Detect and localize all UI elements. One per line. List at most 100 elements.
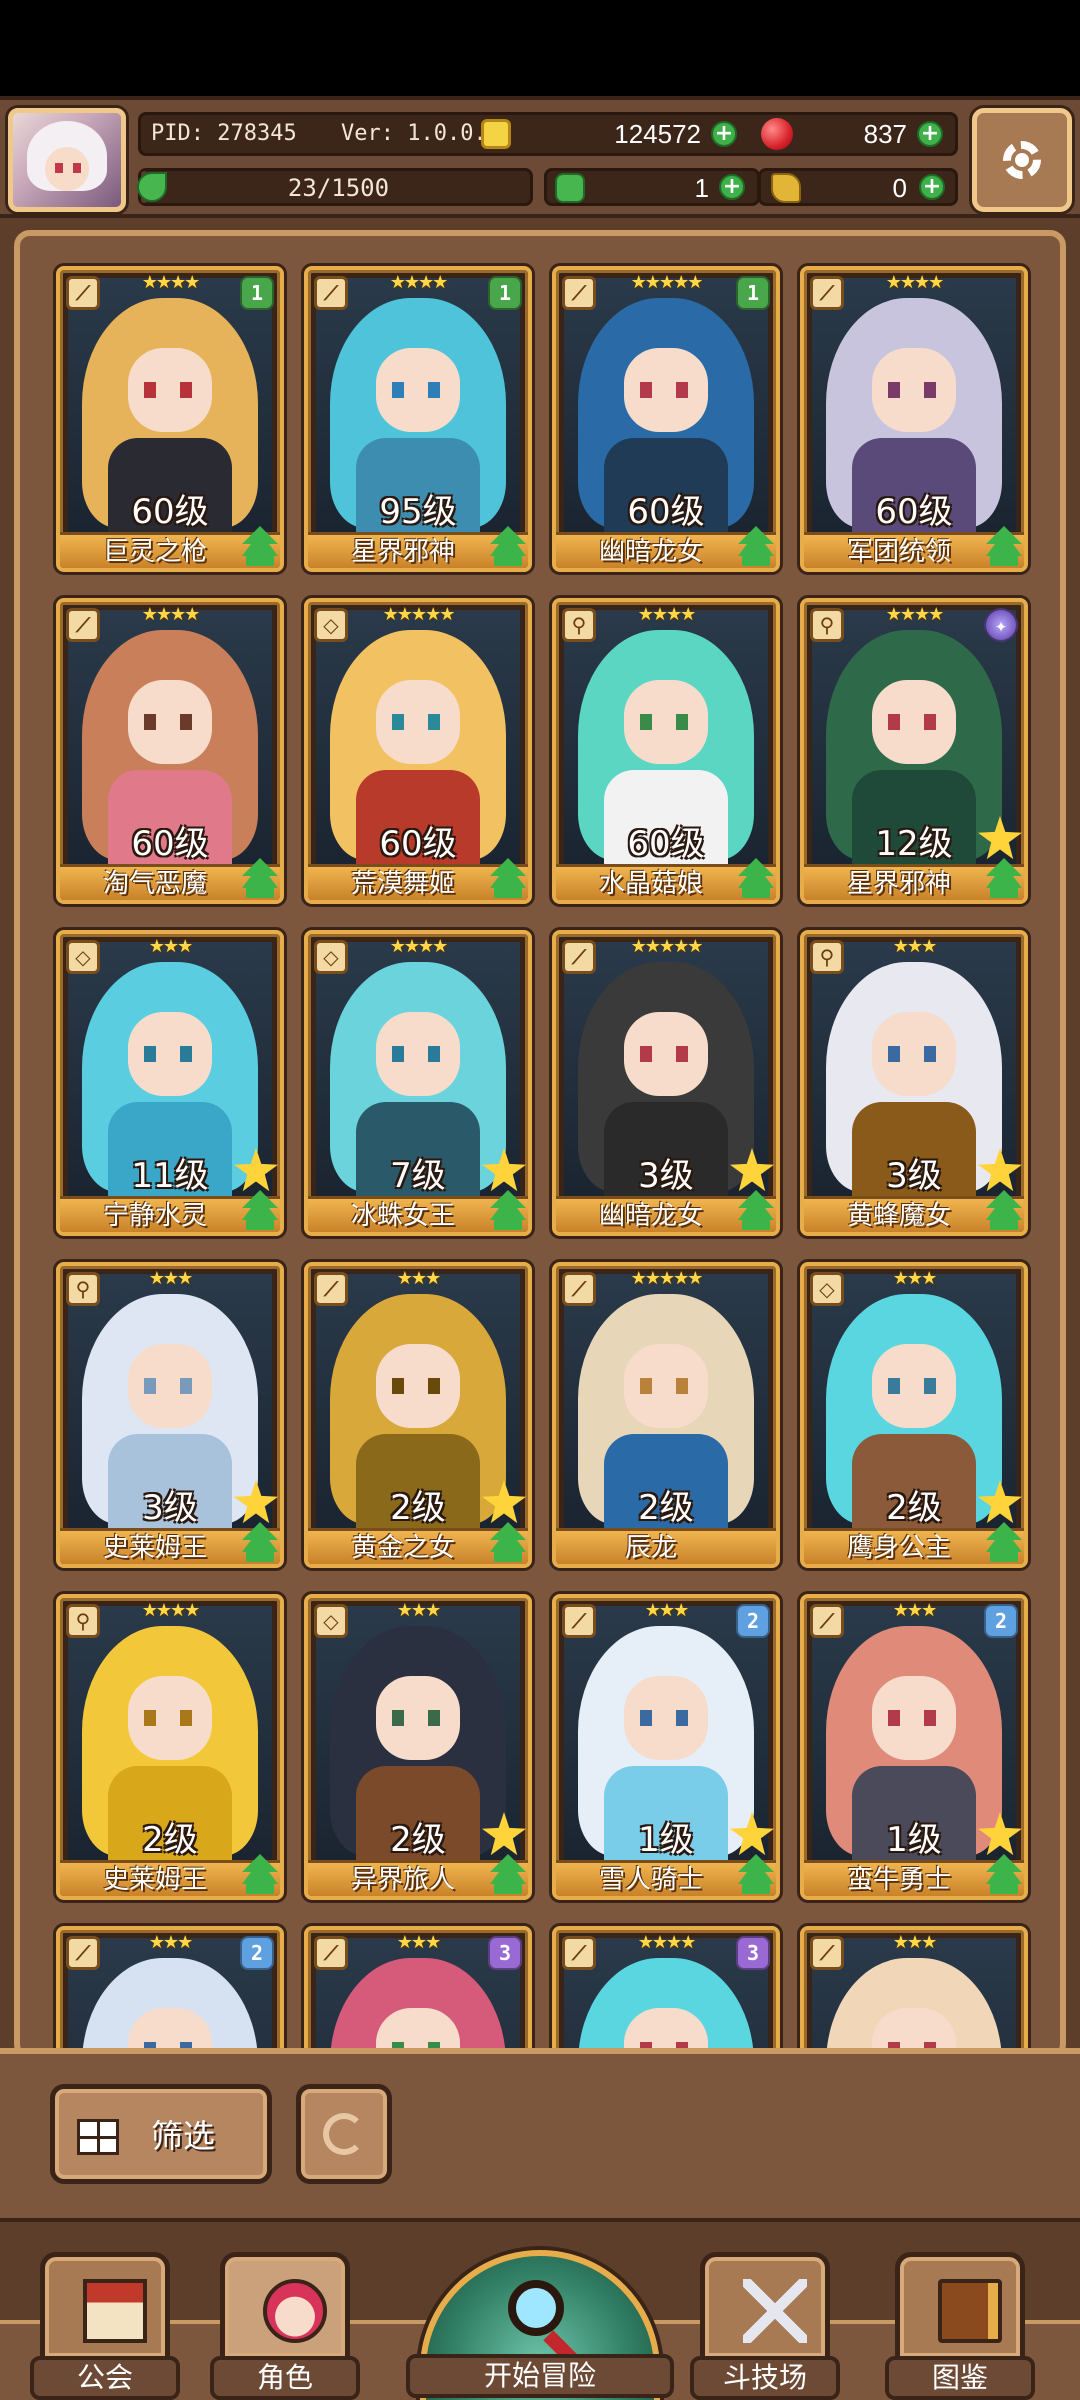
player-id: PID: 278345 (151, 121, 297, 146)
portrait-eye-left (144, 714, 156, 730)
rank-badge-icon: 1 (488, 276, 522, 310)
character-card[interactable]: ⟋ ★★★★ 3 (552, 1926, 780, 2054)
star-rating: ★★★ (892, 1600, 937, 1621)
player-avatar[interactable] (8, 108, 126, 212)
clover-icon (555, 173, 585, 203)
star-rating: ★★★★ (141, 1600, 201, 1621)
character-card[interactable]: ⟋ ★★★ 3 (304, 1926, 532, 2054)
star-rating: ★★★ (396, 1932, 441, 1953)
character-card[interactable]: ⚲ ★★★ 3级 黄蜂魔女 (800, 930, 1028, 1236)
character-name: 雪人骑士 (598, 1865, 703, 1895)
star-rating: ★★★★ (637, 604, 697, 625)
portrait-face (624, 348, 708, 432)
nav-character[interactable]: 角色 (210, 2252, 360, 2400)
nav-adventure[interactable]: 开始冒险 (406, 2250, 674, 2400)
weapon-type-icon: ⚲ (66, 1604, 100, 1638)
character-name: 黄蜂魔女 (846, 1201, 951, 1231)
nav-codex-box (895, 2252, 1025, 2362)
upgrade-arrow-base (742, 556, 770, 566)
character-card[interactable]: ⟋ ★★★ 2级 黄金之女 (304, 1262, 532, 1568)
name-bar: 辰龙 (556, 1528, 776, 1564)
upgrade-arrow-base (742, 1884, 770, 1894)
character-card[interactable]: ⟋ ★★★★ 60级 军团统领 (800, 266, 1028, 572)
version-label: Ver: 1.0.0.9 (341, 121, 500, 146)
upgrade-arrow-base (990, 1220, 1018, 1230)
nav-character-box (220, 2252, 350, 2362)
nav-adventure-label: 开始冒险 (406, 2354, 674, 2398)
character-card[interactable]: ⟋ ★★★★ 1 60级 巨灵之枪 (56, 266, 284, 572)
portrait-face (872, 1676, 956, 1760)
portrait-eye-left (392, 382, 404, 398)
portrait-eye-right (180, 1046, 192, 1062)
add-clover-plus-icon[interactable]: + (719, 174, 745, 200)
add-scroll-plus-icon[interactable]: + (919, 174, 945, 200)
grid-filter-icon (77, 2119, 119, 2155)
nav-character-label: 角色 (210, 2356, 360, 2400)
upgrade-arrow-base (990, 1884, 1018, 1894)
upgrade-arrow-base (246, 1552, 274, 1562)
guild-building-icon (83, 2279, 147, 2343)
character-card[interactable]: ◇ ★★★★ 7级 冰蛛女王 (304, 930, 532, 1236)
nav-arena[interactable]: 斗技场 (690, 2252, 840, 2400)
character-card[interactable]: ⟋ ★★★★★ 2级 辰龙 (552, 1262, 780, 1568)
upgrade-arrow-base (494, 1884, 522, 1894)
character-card[interactable]: ⟋ ★★★★ 1 95级 星界邪神 (304, 266, 532, 572)
character-card[interactable]: ◇ ★★★ 2级 鹰身公主 (800, 1262, 1028, 1568)
character-card[interactable]: ◇ ★★★ 2级 异界旅人 (304, 1594, 532, 1900)
weapon-type-icon: ⟋ (314, 1272, 348, 1306)
nav-guild[interactable]: 公会 (30, 2252, 180, 2400)
star-rating: ★★★★★ (630, 936, 704, 957)
upgrade-arrow-base (246, 888, 274, 898)
upgrade-arrow-base (246, 556, 274, 566)
star-rating: ★★★★ (885, 604, 945, 625)
portrait-eye-right (180, 382, 192, 398)
star-rating: ★★★ (892, 1932, 937, 1953)
character-level: 2级 (638, 1488, 694, 1528)
character-card[interactable]: ◇ ★★★★★ 60级 荒漠舞姬 (304, 598, 532, 904)
settings-button[interactable] (972, 108, 1072, 212)
star-rating: ★★★ (148, 1268, 193, 1289)
filter-button[interactable]: 筛选 (50, 2084, 272, 2184)
upgrade-arrow-base (990, 888, 1018, 898)
star-rating: ★★★ (148, 936, 193, 957)
character-card[interactable]: ⟋ ★★★ 2 1级 蛮牛勇士 (800, 1594, 1028, 1900)
character-card[interactable]: ⚲ ★★★ 3级 史莱姆王 (56, 1262, 284, 1568)
portrait-eye-left (144, 1046, 156, 1062)
star-rating: ★★★★ (885, 272, 945, 293)
portrait-eye-right (676, 1710, 688, 1726)
portrait-face (872, 1012, 956, 1096)
nav-codex[interactable]: 图鉴 (885, 2252, 1035, 2400)
portrait-face (128, 1676, 212, 1760)
character-card[interactable]: ⟋ ★★★ 2 1级 雪人骑士 (552, 1594, 780, 1900)
portrait-face (376, 1012, 460, 1096)
character-card[interactable]: ⟋ ★★★ 2 (56, 1926, 284, 2054)
portrait-eye-right (676, 1378, 688, 1394)
character-card[interactable]: ⚲ ★★★★ 2级 史莱姆王 (56, 1594, 284, 1900)
character-card[interactable]: ⟋ ★★★★ 60级 淘气恶魔 (56, 598, 284, 904)
portrait-face (624, 1344, 708, 1428)
portrait-eye-right (180, 1378, 192, 1394)
portrait-eye-right (924, 1046, 936, 1062)
portrait-eye-left (640, 1378, 652, 1394)
weapon-type-icon: ◇ (314, 940, 348, 974)
character-name: 鹰身公主 (846, 1533, 951, 1563)
refresh-button[interactable] (296, 2084, 392, 2184)
character-level: 60级 (131, 492, 209, 532)
add-gold-plus-icon[interactable]: + (711, 121, 737, 147)
character-card[interactable]: ⟋ ★★★★★ 1 60级 幽暗龙女 (552, 266, 780, 572)
star-rating: ★★★ (148, 1932, 193, 1953)
weapon-type-icon: ◇ (810, 1272, 844, 1306)
character-card[interactable]: ◇ ★★★ 11级 宁静水灵 (56, 930, 284, 1236)
character-card[interactable]: ⚲ ★★★★ 60级 水晶菇娘 (552, 598, 780, 904)
portrait-face (624, 1676, 708, 1760)
portrait-eye-left (392, 1046, 404, 1062)
portrait-eye-right (428, 1046, 440, 1062)
add-gem-plus-icon[interactable]: + (917, 121, 943, 147)
portrait-eye-right (428, 1378, 440, 1394)
character-card[interactable]: ⚲ ★★★★ ✦ 12级 星界邪神 (800, 598, 1028, 904)
weapon-type-icon: ⟋ (562, 1936, 596, 1970)
character-card[interactable]: ⟋ ★★★ (800, 1926, 1028, 2054)
character-card[interactable]: ⟋ ★★★★★ 3级 幽暗龙女 (552, 930, 780, 1236)
star-rating: ★★★ (396, 1600, 441, 1621)
weapon-type-icon: ⟋ (66, 608, 100, 642)
